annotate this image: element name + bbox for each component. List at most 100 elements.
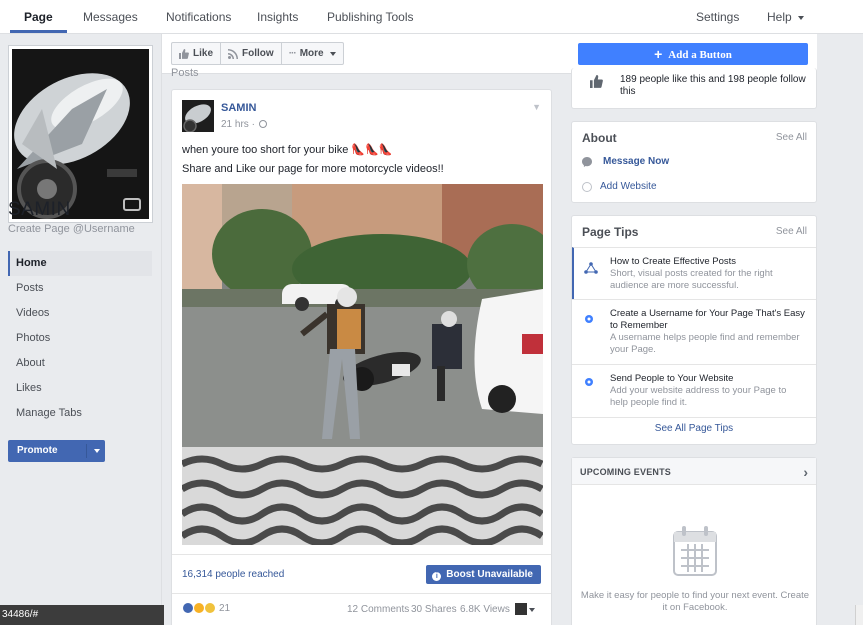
tip-description: A username helps people find and remembe… (610, 332, 800, 355)
page-selector-avatar[interactable] (515, 603, 527, 615)
events-header[interactable]: UPCOMING EVENTS › (572, 458, 816, 485)
camera-icon[interactable] (123, 198, 141, 211)
tip-item[interactable]: Send People to Your Website Add your web… (572, 364, 816, 417)
events-description: Make it easy for people to find your nex… (580, 590, 810, 613)
left-nav: Home Posts Videos Photos About Likes Man… (8, 251, 152, 426)
sidebar-item-photos[interactable]: Photos (8, 326, 152, 351)
settings-link[interactable]: Settings (696, 0, 739, 33)
people-reached-link[interactable]: 16,314 people reached (182, 569, 284, 580)
create-username-link[interactable]: Create Page @Username (8, 223, 135, 235)
sidebar-item-about[interactable]: About (8, 351, 152, 376)
chevron-down-icon[interactable] (529, 608, 535, 612)
post-insights-row: 16,314 people reached i Boost Unavailable (172, 554, 551, 593)
post-options-chevron-icon[interactable]: ▼ (532, 102, 541, 112)
post-author-avatar[interactable] (182, 100, 214, 132)
thumbs-up-icon (179, 48, 189, 59)
promote-button[interactable]: Promote (8, 440, 105, 462)
about-title: About (582, 131, 617, 145)
add-a-button[interactable]: + Add a Button (578, 43, 808, 65)
reactions-summary[interactable]: 21 (182, 602, 230, 614)
tab-insights[interactable]: Insights (257, 0, 298, 33)
page-tips-see-all-link[interactable]: See All (776, 226, 807, 237)
more-button[interactable]: ··· More (282, 43, 343, 64)
divider (572, 417, 816, 418)
post-author-name[interactable]: SAMIN (221, 102, 256, 114)
left-sidebar: SAMIN Create Page @Username Home Posts V… (0, 34, 162, 625)
upcoming-events-card: UPCOMING EVENTS › Make it easy for peopl… (571, 457, 817, 625)
tip-title: How to Create Effective Posts (610, 256, 737, 267)
sidebar-item-likes[interactable]: Likes (8, 376, 152, 401)
high-heel-emoji-icons: 👠👠👠 (351, 144, 393, 156)
divider (86, 444, 87, 458)
post-time-label: 21 hrs · (221, 119, 255, 130)
sidebar-item-posts[interactable]: Posts (8, 276, 152, 301)
info-icon: i (432, 572, 442, 581)
sidebar-item-manage-tabs[interactable]: Manage Tabs (8, 401, 152, 426)
message-now-row[interactable]: Message Now (582, 156, 669, 167)
tip-description: Short, visual posts created for the righ… (610, 268, 773, 291)
more-label: More (299, 48, 324, 59)
calendar-icon (673, 526, 717, 576)
lightbulb-icon (585, 378, 593, 386)
post-timestamp[interactable]: 21 hrs · (221, 119, 267, 130)
sidebar-item-home[interactable]: Home (8, 251, 152, 276)
post-message-line-1: when youre too short for your bike 👠👠👠 (182, 143, 392, 156)
post-message-line-2: Share and Like our page for more motorcy… (182, 163, 444, 175)
shares-count-link[interactable]: 30 Shares (411, 604, 457, 615)
promote-label: Promote (17, 445, 58, 456)
tab-notifications[interactable]: Notifications (166, 0, 231, 33)
help-label: Help (767, 10, 792, 24)
page-tips-title: Page Tips (582, 225, 639, 239)
thumbs-up-icon (590, 75, 603, 88)
radio-circle-icon (582, 181, 592, 192)
page-actions: Like Follow ··· More (171, 42, 344, 65)
post-message-text: when youre too short for your bike (182, 144, 349, 156)
share-nodes-icon (584, 262, 598, 274)
posts-section-label: Posts (171, 67, 199, 79)
profile-picture[interactable] (8, 45, 153, 223)
profile-image (12, 49, 149, 219)
tip-item[interactable]: How to Create Effective Posts Short, vis… (572, 247, 816, 299)
likes-card: 189 people like this and 198 people foll… (571, 68, 817, 109)
follow-button[interactable]: Follow (221, 43, 282, 64)
tab-page[interactable]: Page (10, 0, 67, 33)
avatar-image (182, 100, 214, 132)
comments-count-link[interactable]: 12 Comments (347, 604, 409, 615)
chevron-down-icon (797, 15, 804, 20)
add-button-label: Add a Button (668, 49, 732, 61)
events-title: UPCOMING EVENTS (580, 467, 672, 477)
sidebar-item-videos[interactable]: Videos (8, 301, 152, 326)
globe-icon (258, 120, 267, 128)
browser-status-url: 34486/# (0, 605, 164, 625)
chevron-down-icon[interactable] (94, 449, 100, 453)
add-website-row[interactable]: Add Website (582, 181, 657, 192)
see-all-page-tips-link[interactable]: See All Page Tips (572, 423, 816, 434)
tip-item[interactable]: Create a Username for Your Page That's E… (572, 299, 816, 364)
chevron-right-icon[interactable]: › (803, 464, 808, 480)
boost-unavailable-button[interactable]: i Boost Unavailable (426, 565, 541, 584)
messenger-icon (582, 156, 592, 167)
motorcycle-photo (12, 49, 149, 219)
help-menu[interactable]: Help (767, 0, 804, 33)
about-see-all-link[interactable]: See All (776, 132, 807, 143)
tip-title: Send People to Your Website (610, 373, 734, 384)
tip-description: Add your website address to your Page to… (610, 385, 787, 408)
lightbulb-icon (585, 315, 593, 323)
rss-icon (228, 48, 239, 59)
chevron-down-icon (329, 51, 336, 56)
views-count: 6.8K Views (460, 604, 510, 615)
tab-publishing-tools[interactable]: Publishing Tools (327, 0, 414, 33)
reaction-count: 21 (219, 602, 231, 614)
add-website-link[interactable]: Add Website (600, 181, 657, 192)
like-button[interactable]: Like (172, 43, 222, 64)
video-frame (182, 184, 543, 545)
message-now-link[interactable]: Message Now (603, 156, 669, 167)
follow-label: Follow (242, 48, 274, 59)
scrollbar[interactable] (855, 605, 863, 625)
post-video[interactable] (182, 184, 543, 545)
like-label: Like (193, 48, 214, 59)
tip-title: Create a Username for Your Page That's E… (610, 308, 805, 331)
tab-messages[interactable]: Messages (83, 0, 138, 33)
page-name: SAMIN (8, 199, 71, 220)
boost-label: Boost Unavailable (446, 569, 533, 580)
